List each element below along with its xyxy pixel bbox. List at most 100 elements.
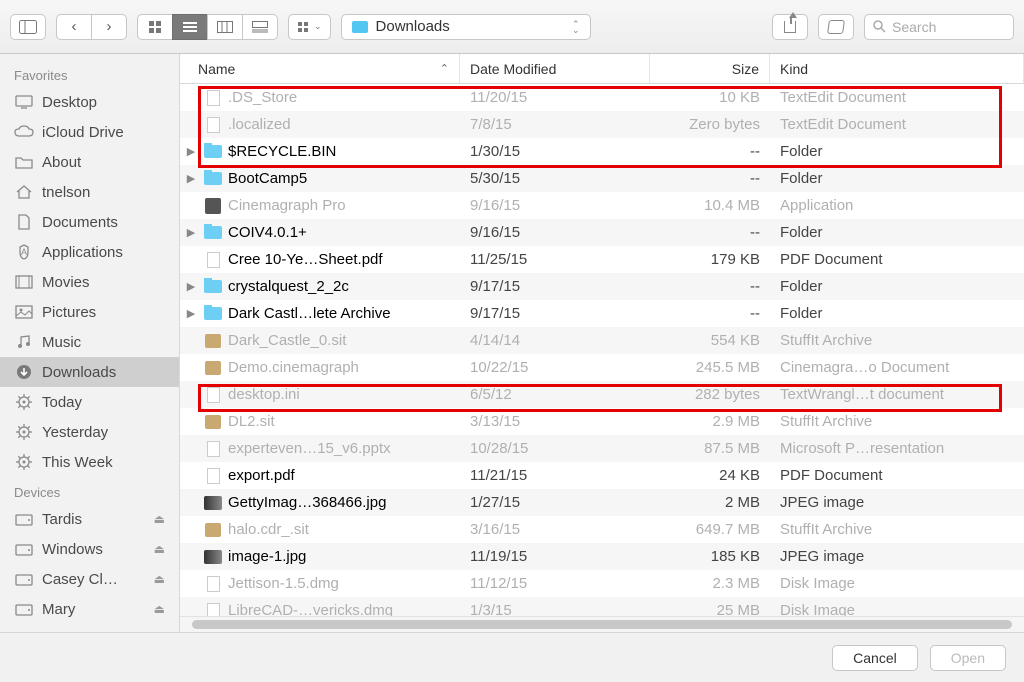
file-kind: Microsoft P…resentation [770,440,1024,457]
sidebar-item-today[interactable]: Today [0,387,179,417]
file-row[interactable]: experteven…15_v6.pptx10/28/1587.5 MBMicr… [180,435,1024,462]
cloud-icon [14,124,34,140]
sidebar-item-tardis[interactable]: Tardis ⏏ [0,504,179,534]
file-row[interactable]: Jettison-1.5.dmg11/12/152.3 MBDisk Image [180,570,1024,597]
sidebar-item-applications[interactable]: AApplications [0,237,179,267]
file-row[interactable]: Cree 10-Ye…Sheet.pdf11/25/15179 KBPDF Do… [180,246,1024,273]
file-row[interactable]: ▶BootCamp55/30/15--Folder [180,165,1024,192]
archive-icon [205,415,221,429]
file-name: Cree 10-Ye…Sheet.pdf [228,251,383,268]
file-row[interactable]: ▶COIV4.0.1+9/16/15--Folder [180,219,1024,246]
sidebar-item-music[interactable]: Music [0,327,179,357]
file-date: 11/25/15 [460,251,650,268]
file-name: DL2.sit [228,413,275,430]
file-date: 11/20/15 [460,89,650,106]
disclosure-triangle-icon[interactable]: ▶ [184,226,198,239]
sidebar-item-movies[interactable]: Movies [0,267,179,297]
file-date: 3/16/15 [460,521,650,538]
sidebar-item-yesterday[interactable]: Yesterday [0,417,179,447]
file-row[interactable]: GettyImag…368466.jpg1/27/152 MBJPEG imag… [180,489,1024,516]
sidebar-item-casey-cl-[interactable]: Casey Cl…⏏ [0,564,179,594]
file-size: 2.9 MB [650,413,770,430]
sidebar-item-label: Movies [42,274,90,291]
file-row[interactable]: DL2.sit3/13/152.9 MBStuffIt Archive [180,408,1024,435]
sidebar-item-documents[interactable]: Documents [0,207,179,237]
file-row[interactable]: .DS_Store11/20/1510 KBTextEdit Document [180,84,1024,111]
cancel-button[interactable]: Cancel [832,645,918,671]
file-row[interactable]: Cinemagraph Pro9/16/1510.4 MBApplication [180,192,1024,219]
nav-back-forward: ‹ › [56,14,127,40]
file-size: 2 MB [650,494,770,511]
sidebar-item-desktop[interactable]: Desktop [0,87,179,117]
col-name[interactable]: Name⌃ [180,54,460,83]
file-date: 11/19/15 [460,548,650,565]
file-row[interactable]: ▶Dark Castl…lete Archive9/17/15--Folder [180,300,1024,327]
file-size: 24 KB [650,467,770,484]
horizontal-scrollbar[interactable] [180,616,1024,632]
sidebar-toggle-button[interactable] [10,14,46,40]
sidebar-item-about[interactable]: About [0,147,179,177]
file-row[interactable]: desktop.ini6/5/12282 bytesTextWrangl…t d… [180,381,1024,408]
list-view-button[interactable] [172,14,208,40]
file-row[interactable]: image-1.jpg11/19/15185 KBJPEG image [180,543,1024,570]
file-row[interactable]: export.pdf11/21/1524 KBPDF Document [180,462,1024,489]
sidebar-item-this-week[interactable]: This Week [0,447,179,477]
sidebar-item-icloud-drive[interactable]: iCloud Drive [0,117,179,147]
arrange-button[interactable]: ⌄ [288,14,331,40]
back-button[interactable]: ‹ [56,14,92,40]
folder-icon [204,307,222,320]
col-kind[interactable]: Kind [770,54,1024,83]
disclosure-triangle-icon[interactable]: ▶ [184,280,198,293]
icon-view-button[interactable] [137,14,173,40]
file-kind: JPEG image [770,494,1024,511]
file-row[interactable]: ▶$RECYCLE.BIN1/30/15--Folder [180,138,1024,165]
col-date[interactable]: Date Modified [460,54,650,83]
document-icon [207,468,220,484]
search-field[interactable]: Search [864,14,1014,40]
sidebar-item-windows[interactable]: Windows⏏ [0,534,179,564]
file-date: 7/8/15 [460,116,650,133]
coverflow-view-button[interactable] [242,14,278,40]
sidebar-item-pictures[interactable]: Pictures [0,297,179,327]
eject-icon[interactable]: ⏏ [154,512,165,526]
path-dropdown[interactable]: Downloads ⌃⌄ [341,14,591,40]
file-name: .localized [228,116,291,133]
eject-icon[interactable]: ⏏ [154,602,165,616]
file-name: BootCamp5 [228,170,307,187]
file-row[interactable]: Demo.cinemagraph10/22/15245.5 MBCinemagr… [180,354,1024,381]
sidebar-item-tnelson[interactable]: tnelson [0,177,179,207]
open-button[interactable]: Open [930,645,1006,671]
sidebar-item-mary[interactable]: Mary⏏ [0,594,179,624]
disk-icon [14,601,34,617]
eject-icon[interactable]: ⏏ [154,572,165,586]
col-size[interactable]: Size [650,54,770,83]
forward-button[interactable]: › [91,14,127,40]
file-size: -- [650,143,770,160]
file-row[interactable]: .localized7/8/15Zero bytesTextEdit Docum… [180,111,1024,138]
sidebar-section-header: Favorites [0,60,179,87]
sidebar[interactable]: FavoritesDesktopiCloud DriveAbouttnelson… [0,54,180,632]
share-button[interactable] [772,14,808,40]
file-size: 282 bytes [650,386,770,403]
file-name: .DS_Store [228,89,297,106]
sidebar-item-downloads[interactable]: Downloads [0,357,179,387]
file-kind: Folder [770,170,1024,187]
column-view-button[interactable] [207,14,243,40]
file-row[interactable]: ▶crystalquest_2_2c9/17/15--Folder [180,273,1024,300]
sidebar-item-label: Tardis [42,511,82,528]
file-date: 4/14/14 [460,332,650,349]
disclosure-triangle-icon[interactable]: ▶ [184,145,198,158]
sidebar-item-label: Music [42,334,81,351]
eject-icon[interactable]: ⏏ [154,542,165,556]
sort-arrow-icon: ⌃ [440,62,449,75]
tags-button[interactable] [818,14,854,40]
file-rows[interactable]: .DS_Store11/20/1510 KBTextEdit Document.… [180,84,1024,632]
file-row[interactable]: Dark_Castle_0.sit4/14/14554 KBStuffIt Ar… [180,327,1024,354]
file-kind: Disk Image [770,575,1024,592]
file-name: Demo.cinemagraph [228,359,359,376]
folder-icon [352,21,368,33]
disclosure-triangle-icon[interactable]: ▶ [184,307,198,320]
app-icon [205,198,221,214]
file-row[interactable]: halo.cdr_.sit3/16/15649.7 MBStuffIt Arch… [180,516,1024,543]
disclosure-triangle-icon[interactable]: ▶ [184,172,198,185]
